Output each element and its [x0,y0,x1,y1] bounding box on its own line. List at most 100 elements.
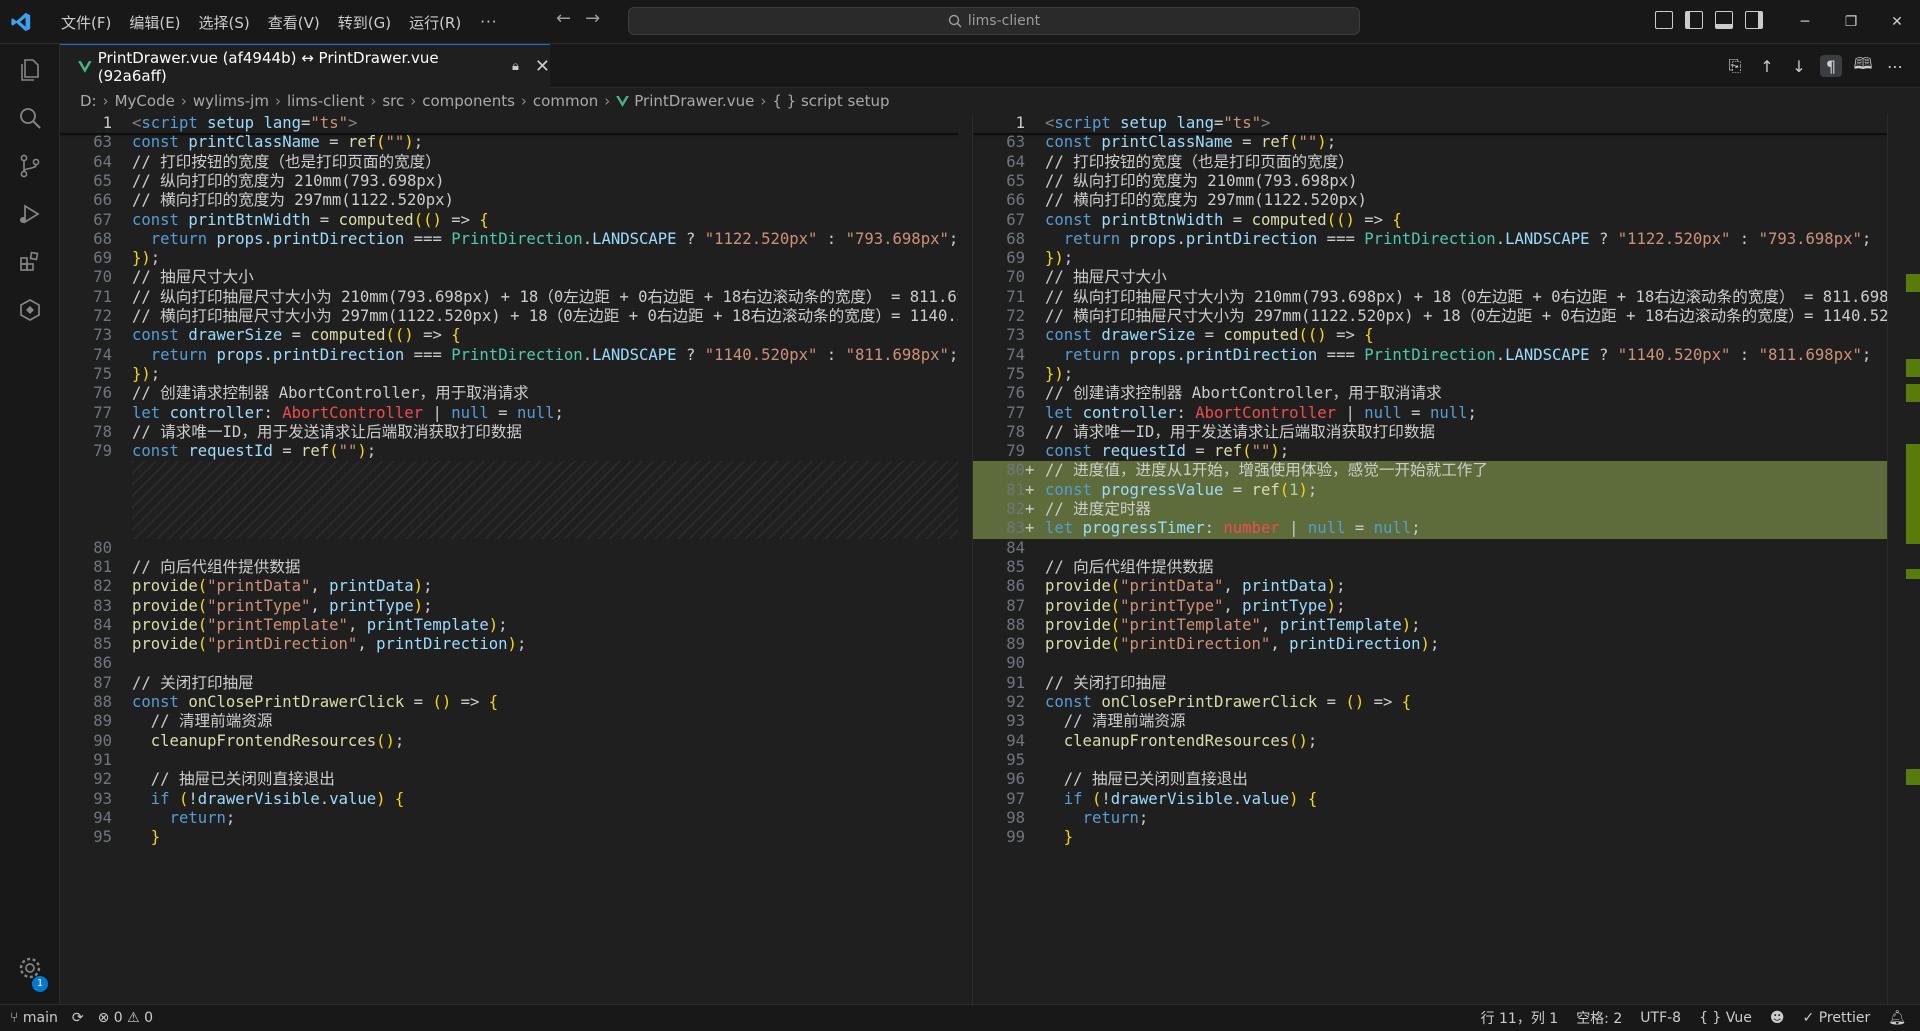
code-line: 73 const drawerSize = computed(() => { [973,326,1888,345]
explorer-icon[interactable] [14,54,46,86]
close-window-icon[interactable]: ✕ [1874,0,1920,44]
line-number: 66 [1006,191,1025,210]
breadcrumb-item[interactable]: src [382,92,404,110]
language-mode[interactable]: { } Vue [1699,1010,1752,1026]
line-number: 66 [93,191,112,210]
code-line: 68 return props.printDirection === Print… [973,230,1888,249]
menu-go[interactable]: 转到(G) [329,12,400,33]
code-line: 82 + // 进度定时器 [973,500,1888,520]
code-text: cleanupFrontendResources(); [1063,731,1318,750]
line-number: 79 [1006,442,1025,461]
menu-view[interactable]: 查看(V) [259,12,329,33]
search-icon [948,14,962,28]
notifications-bell-icon[interactable]: 🔔︎ [1888,1010,1906,1026]
sync-icon[interactable]: ⟳ [72,1010,84,1026]
copilot-icon[interactable]: ☻ [1770,1010,1785,1026]
line-number: 71 [93,287,112,306]
line-number: 81 [93,557,112,576]
code-line: 77 let controller: AbortController | null… [973,404,1888,423]
code-line: 77 let controller: AbortController | null… [60,404,972,423]
cursor-position[interactable]: 行 11，列 1 [1481,1008,1559,1028]
prettier-status[interactable]: ✓ Prettier [1803,1010,1871,1026]
line-number: 89 [1006,635,1025,654]
line-number: 82 [1006,500,1025,518]
search-view-icon[interactable] [14,102,46,134]
code-text: <script setup lang="ts"> [132,114,358,132]
forward-arrow-icon[interactable]: → [585,8,600,29]
line-number: 74 [93,345,112,364]
line-number: 70 [1006,268,1025,287]
menu-edit[interactable]: 编辑(E) [120,12,189,33]
line-number: 1 [1015,114,1025,132]
code-text: // 关闭打印抽屉 [132,673,254,692]
source-control-icon[interactable] [14,150,46,182]
run-debug-icon[interactable] [14,198,46,230]
code-line: 1 <script setup lang="ts"> [60,114,972,134]
breadcrumb-item[interactable]: D: [80,92,97,110]
code-line: 82 provide("printData", printData); [60,577,972,596]
title-bar: 文件(F) 编辑(E) 选择(S) 查看(V) 转到(G) 运行(R) ··· … [0,0,1920,44]
code-line: 66 // 横向打印的宽度为 297mm(1122.520px) [973,191,1888,210]
line-number: 87 [93,673,112,692]
extensions-icon[interactable] [14,246,46,278]
book-icon[interactable]: 🕮 [1852,54,1874,77]
customize-layout-icon[interactable] [1655,11,1673,29]
code-text: // 横向打印的宽度为 297mm(1122.520px) [1045,191,1367,210]
open-file-icon[interactable]: ⎘ [1724,55,1746,77]
more-menus-icon[interactable]: ··· [470,13,507,31]
code-text: // 抽屉已关闭则直接退出 [1045,770,1248,789]
diff-modified-pane[interactable]: 1 <script setup lang="ts"> 63 const printCl… [972,114,1888,1004]
diff-original-pane[interactable]: 1 <script setup lang="ts"> 63 const printCl… [60,114,972,1004]
close-tab-icon[interactable]: ✕ [535,56,550,77]
left-scrollbar[interactable] [958,114,972,1004]
branch-indicator[interactable]: ⑂ main [10,1010,58,1026]
breadcrumb-symbol[interactable]: { } script setup [772,92,889,110]
minimize-icon[interactable]: ─ [1782,0,1828,44]
code-text: return props.printDirection === PrintDir… [1063,345,1872,364]
previous-change-icon[interactable]: ↑ [1756,55,1778,77]
tab-bar: PrintDrawer.vue (af4944b) ↔ PrintDrawer.… [60,44,1920,88]
breadcrumb-item[interactable]: PrintDrawer.vue [634,92,754,110]
code-line: 71 // 纵向打印抽屉尺寸大小为 210mm(793.698px) + 18（0… [60,288,972,307]
menu-file[interactable]: 文件(F) [52,12,120,33]
code-line: 87 provide("printType", printType); [973,597,1888,616]
problems-indicator[interactable]: ⊗ 0 ⚠ 0 [98,1010,154,1026]
command-center-search[interactable]: lims-client [628,7,1360,35]
code-text: // 纵向打印抽屉尺寸大小为 210mm(793.698px) + 18（0左边… [132,287,972,306]
more-actions-icon[interactable]: ⋯ [1884,55,1906,77]
encoding[interactable]: UTF-8 [1640,1010,1681,1026]
line-number: 89 [93,712,112,731]
code-line: 83 provide("printType", printType); [60,597,972,616]
warning-icon: ⚠ [127,1010,145,1026]
breadcrumb-item[interactable]: lims-client [287,92,364,110]
breadcrumb-item[interactable]: MyCode [115,92,175,110]
diff-overview-ruler[interactable] [1887,114,1920,1004]
back-arrow-icon[interactable]: ← [556,8,571,29]
code-line: 68 return props.printDirection === Print… [60,230,972,249]
line-number: 64 [93,152,112,171]
toggle-panel-icon[interactable] [1715,11,1733,29]
toggle-secondary-sidebar-icon[interactable] [1745,11,1763,29]
code-text: // 向后代组件提供数据 [132,557,301,576]
next-change-icon[interactable]: ↓ [1788,55,1810,77]
code-line: 71 // 纵向打印抽屉尺寸大小为 210mm(793.698px) + 18（0… [973,288,1888,307]
breadcrumb-item[interactable]: common [533,92,598,110]
code-line: 92 const onClosePrintDrawerClick = () => … [973,693,1888,712]
code-text: const drawerSize = computed(() => { [132,326,461,345]
restore-icon[interactable]: ❐ [1828,0,1874,44]
breadcrumb-item[interactable]: wylims-jm [193,92,269,110]
show-whitespace-icon[interactable]: ¶ [1820,55,1842,77]
toggle-primary-sidebar-icon[interactable] [1685,11,1703,29]
breadcrumb-item[interactable]: components [422,92,515,110]
code-line: 65 // 纵向打印的宽度为 210mm(793.698px) [60,172,972,191]
tab-diff-printdrawer[interactable]: PrintDrawer.vue (af4944b) ↔ PrintDrawer.… [60,44,550,88]
code-text: const progressValue = ref(1); [1045,480,1318,499]
menu-run[interactable]: 运行(R) [400,12,470,33]
chevron-right-icon: › [520,92,527,110]
menu-selection[interactable]: 选择(S) [190,12,259,33]
code-line: 80 + // 进度值，进度从1开始，增强使用体验，感觉一开始就工作了 [973,461,1888,481]
code-text: if (!drawerVisible.value) { [1063,789,1318,808]
code-text: // 纵向打印的宽度为 210mm(793.698px) [132,171,445,190]
indentation[interactable]: 空格: 2 [1576,1008,1622,1028]
remote-explorer-icon[interactable] [14,294,46,326]
